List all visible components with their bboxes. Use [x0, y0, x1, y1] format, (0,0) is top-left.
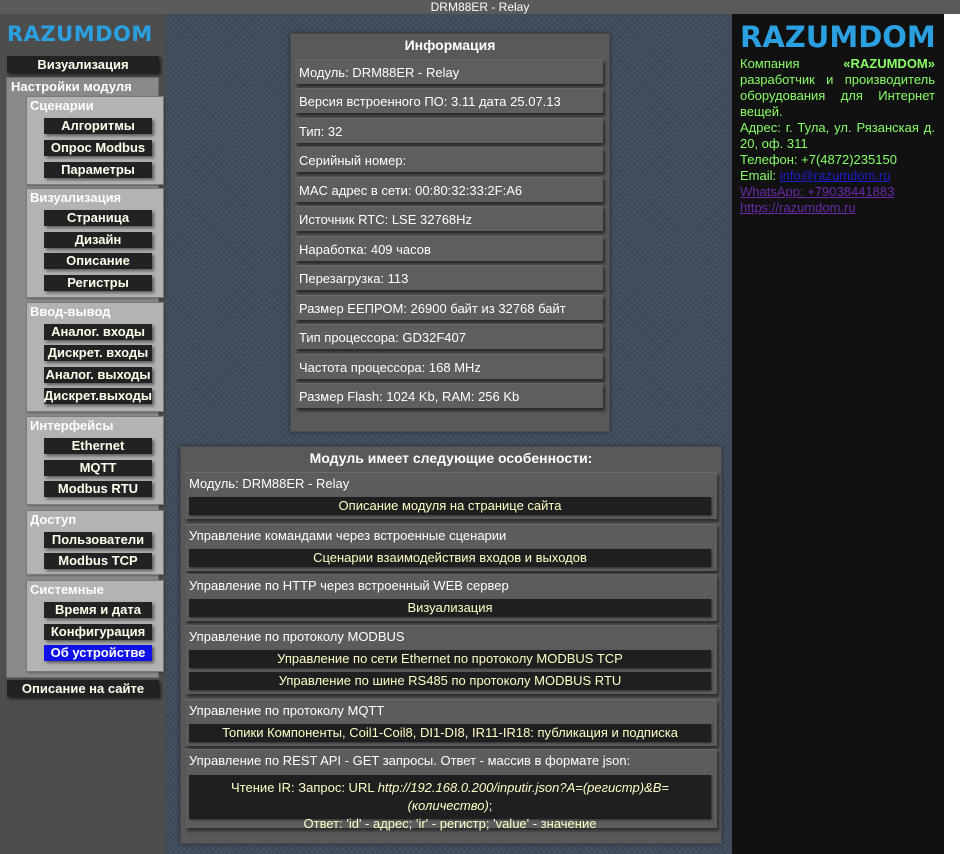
info-panel: Информация Модуль: DRM88ER - Relay Верси… [290, 33, 610, 432]
sidebar-item-algorithms[interactable]: Алгоритмы [44, 118, 152, 134]
group-title-system: Системные [30, 582, 104, 597]
page-edge [944, 14, 960, 854]
company-desc-line: разработчик и производитель [740, 72, 935, 87]
feature-title: Модуль: DRM88ER - Relay [189, 476, 350, 491]
rest-url: http://192.168.0.200/inputir.json?A=(рег… [377, 780, 669, 813]
info-row-rtc: Источник RTC: LSE 32768Hz [295, 206, 603, 231]
info-row-firmware: Версия встроенного ПО: 3.11 дата 25.07.1… [295, 88, 603, 113]
features-panel: Модуль имеет следующие особенности: Моду… [180, 446, 722, 844]
group-title-scenarios: Сценарии [30, 98, 94, 113]
modbus-tcp-link[interactable]: Управление по сети Ethernet по протоколу… [189, 650, 711, 668]
rest-api-response: Ответ: 'id' - адрес; 'ir' - регистр; 'va… [303, 816, 597, 831]
visualization-button[interactable]: Визуализация [7, 56, 159, 73]
feature-title: Управление по протоколу MODBUS [189, 629, 405, 644]
info-row-frequency: Частота процессора: 168 MHz [295, 354, 603, 379]
sidebar-item-users[interactable]: Пользователи [44, 532, 152, 548]
whatsapp-link[interactable]: WhatsApp: +79038441883 [740, 184, 894, 199]
info-row-module: Модуль: DRM88ER - Relay [295, 59, 603, 84]
rest-api-request: Чтение IR: Запрос: URL http://192.168.0.… [189, 779, 711, 815]
module-settings-title: Настройки модуля [11, 79, 132, 94]
info-row-eeprom: Размер EEПРОМ: 26900 байт из 32768 байт [295, 295, 603, 320]
site-description-button[interactable]: Описание на сайте [7, 680, 159, 697]
group-access: Доступ Пользователи Modbus TCP [26, 510, 164, 575]
module-settings-group: Настройки модуля Сценарии Алгоритмы Опро… [6, 77, 164, 678]
info-row-serial: Серийный номер: 4A53.3748.1532.3633.4D4A… [295, 147, 603, 193]
company-logo: RAZUMDOM [740, 20, 936, 54]
company-desc-line: оборудования для Интернет [740, 88, 935, 103]
sidebar-item-analog-inputs[interactable]: Аналог. входы [44, 324, 152, 340]
group-title-io: Ввод-вывод [30, 304, 111, 319]
info-row-mac: MAC адрес в сети: 00:80:32:33:2F:A6 [295, 177, 603, 202]
feature-title: Управление по REST API - GET запросы. От… [189, 753, 631, 768]
company-desc-last: вещей. [740, 104, 783, 119]
feature-title: Управление по протоколу MQTT [189, 703, 385, 718]
website-link[interactable]: https://razumdom.ru [740, 200, 856, 215]
info-row-uptime: Наработка: 409 часов [295, 236, 603, 261]
email-label: Email: [740, 168, 780, 183]
feature-mqtt: Управление по протоколу MQTT Топики Комп… [185, 699, 717, 746]
sidebar-logo: RAZUMDOM [7, 22, 153, 46]
sidebar-item-modbus-rtu[interactable]: Modbus RTU [44, 481, 152, 497]
group-title-access: Доступ [30, 512, 77, 527]
group-visualization: Визуализация Страница Дизайн Описание Ре… [26, 188, 164, 298]
sidebar-item-registers[interactable]: Регистры [44, 275, 152, 291]
company-phone: Телефон: +7(4872)235150 [740, 152, 897, 167]
sidebar-item-modbus-tcp[interactable]: Modbus TCP [44, 553, 152, 569]
company-panel: RAZUMDOM Компания «RAZUMDOM» разработчик… [732, 14, 944, 854]
group-system: Системные Время и дата Конфигурация Об у… [26, 580, 164, 672]
company-intro-word: Компания [740, 56, 800, 71]
scenarios-link[interactable]: Сценарии взаимодействия входов и выходов [189, 549, 711, 567]
sidebar-item-discrete-inputs[interactable]: Дискрет. входы [44, 345, 152, 361]
sidebar-item-time-date[interactable]: Время и дата [44, 602, 152, 618]
info-row-memory: Размер Flash: 1024 Kb, RAM: 256 Kb [295, 383, 603, 408]
sidebar-item-parameters[interactable]: Параметры [44, 162, 152, 178]
company-address-line1: Адрес: г. Тула, ул. Рязанская д. [740, 120, 935, 135]
info-row-reboots: Перезагрузка: 113 [295, 265, 603, 290]
feature-http: Управление по HTTP через встроенный WEB … [185, 574, 717, 621]
modbus-rtu-link[interactable]: Управление по шине RS485 по протоколу MO… [189, 672, 711, 690]
window-title: DRM88ER - Relay [0, 0, 960, 14]
group-title-visualization: Визуализация [30, 190, 122, 205]
company-intro: Компания «RAZUMDOM» разработчик и произв… [740, 56, 935, 216]
feature-scenarios: Управление командами через встроенные сц… [185, 524, 717, 571]
sidebar-item-description[interactable]: Описание [44, 253, 152, 269]
email-link[interactable]: info@razumdom.ru [780, 168, 891, 183]
sidebar-item-ethernet[interactable]: Ethernet [44, 438, 152, 454]
sidebar: RAZUMDOM Визуализация Настройки модуля С… [0, 14, 166, 854]
sidebar-item-analog-outputs[interactable]: Аналог. выходы [44, 367, 152, 383]
sidebar-item-design[interactable]: Дизайн [44, 232, 152, 248]
sidebar-item-discrete-outputs[interactable]: Дискрет.выходы [44, 388, 152, 404]
sidebar-item-modbus-poll[interactable]: Опрос Modbus [44, 140, 152, 156]
info-panel-title: Информация [404, 37, 496, 53]
group-scenarios: Сценарии Алгоритмы Опрос Modbus Параметр… [26, 96, 164, 185]
module-site-link[interactable]: Описание модуля на странице сайта [189, 497, 711, 515]
feature-module: Модуль: DRM88ER - Relay Описание модуля … [185, 472, 717, 519]
rest-suffix: ; [488, 798, 493, 813]
group-io: Ввод-вывод Аналог. входы Дискрет. входы … [26, 302, 164, 412]
features-panel-title: Модуль имеет следующие особенности: [309, 450, 593, 466]
feature-title: Управление по HTTP через встроенный WEB … [189, 578, 509, 593]
mqtt-topics-link[interactable]: Топики Компоненты, Coil1-Coil8, DI1-DI8,… [189, 724, 711, 742]
group-interfaces: Интерфейсы Ethernet MQTT Modbus RTU [26, 416, 164, 505]
sidebar-item-page[interactable]: Страница [44, 210, 152, 226]
company-address-line2: 20, оф. 311 [740, 136, 808, 151]
main-content: Информация Модуль: DRM88ER - Relay Верси… [166, 14, 732, 854]
sidebar-item-mqtt[interactable]: MQTT [44, 460, 152, 476]
feature-rest-api: Управление по REST API - GET запросы. От… [185, 749, 717, 831]
visualization-link[interactable]: Визуализация [189, 599, 711, 617]
sidebar-item-about-device[interactable]: Об устройстве [44, 645, 152, 661]
feature-title: Управление командами через встроенные сц… [189, 528, 507, 543]
rest-api-example: Чтение IR: Запрос: URL http://192.168.0.… [189, 775, 711, 831]
group-title-interfaces: Интерфейсы [30, 418, 114, 433]
sidebar-item-configuration[interactable]: Конфигурация [44, 624, 152, 640]
company-name: «RAZUMDOM» [843, 56, 935, 71]
rest-prefix: Чтение IR: Запрос: URL [231, 780, 378, 795]
feature-modbus: Управление по протоколу MODBUS Управлени… [185, 625, 717, 694]
company-email-row: Email: info@razumdom.ru [740, 168, 935, 184]
info-row-cpu: Тип процессора: GD32F407 [295, 324, 603, 349]
info-row-type: Тип: 32 [295, 118, 603, 143]
